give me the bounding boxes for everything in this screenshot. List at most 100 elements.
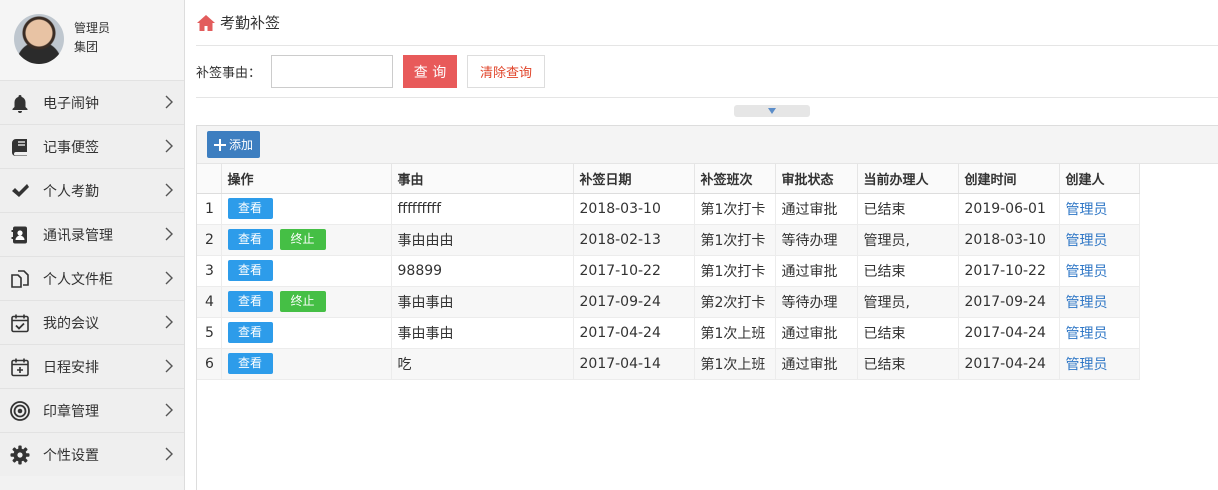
chevron-right-icon <box>165 227 173 241</box>
table-row: 2 查看 终止 事由由由 2018-02-13 第1次打卡 等待办理 管理员, 2018-03-… <box>197 224 1140 256</box>
notebook-icon <box>9 136 31 158</box>
view-button[interactable]: 查看 <box>227 229 273 250</box>
creator-link[interactable]: 管理员 <box>1066 202 1108 218</box>
reason-filter-input[interactable] <box>271 55 394 88</box>
sidebar-item-seals[interactable]: 印章管理 <box>0 388 184 432</box>
creator-cell: 管理员 <box>1059 193 1140 225</box>
user-name: 管理员 <box>74 21 111 35</box>
sidebar-item-schedule[interactable]: 日程安排 <box>0 344 184 388</box>
handler-cell: 管理员, <box>857 224 959 256</box>
chevron-right-icon <box>165 359 173 373</box>
created-cell: 2019-06-01 <box>958 193 1060 225</box>
table-row: 4 查看 终止 事由事由 2017-09-24 第2次打卡 等待办理 管理员, 2017-09-… <box>197 286 1140 318</box>
creator-cell: 管理员 <box>1059 317 1140 349</box>
date-cell: 2017-04-24 <box>573 317 695 349</box>
creator-cell: 管理员 <box>1059 255 1140 287</box>
handler-cell: 已结束 <box>857 255 959 287</box>
add-button-label: 添加 <box>228 138 253 152</box>
reason-cell: fffffffff <box>391 193 574 225</box>
main-content: 考勤补签 补签事由： 查 询 清除查询 添加 操作 事由 补签日期 补签班次 审… <box>196 0 1218 490</box>
chevron-right-icon <box>165 183 173 197</box>
add-button[interactable]: 添加 <box>207 131 260 158</box>
sidebar-item-alarm[interactable]: 电子闹钟 <box>0 80 184 124</box>
sidebar-item-label: 个性设置 <box>43 447 99 464</box>
creator-link[interactable]: 管理员 <box>1066 357 1108 373</box>
chevron-right-icon <box>165 95 173 109</box>
created-cell: 2017-04-24 <box>958 317 1060 349</box>
sidebar-item-label: 我的会议 <box>43 315 99 332</box>
view-button[interactable]: 查看 <box>227 353 273 374</box>
terminate-button[interactable]: 终止 <box>279 291 326 312</box>
chevron-right-icon <box>165 447 173 461</box>
terminate-button[interactable]: 终止 <box>279 229 326 250</box>
sidebar: 管理员 集团 电子闹钟 记事便签 个人考勤 通讯录管理 个人文件柜 我的会议 日… <box>0 0 185 490</box>
user-panel: 管理员 集团 <box>0 0 184 80</box>
filter-bar: 补签事由： 查 询 清除查询 <box>196 46 1218 98</box>
column-header[interactable]: 审批状态 <box>775 164 858 194</box>
shift-cell: 第2次打卡 <box>694 286 776 318</box>
sidebar-item-meetings[interactable]: 我的会议 <box>0 300 184 344</box>
shift-cell: 第1次打卡 <box>694 193 776 225</box>
handler-cell: 管理员, <box>857 286 959 318</box>
table-row: 6 查看 吃 2017-04-14 第1次上班 通过审批 已结束 2017-04-24 管理员 <box>197 348 1140 380</box>
table-row: 5 查看 事由事由 2017-04-24 第1次上班 通过审批 已结束 2017-04-24 管… <box>197 317 1140 349</box>
sidebar-item-settings[interactable]: 个性设置 <box>0 432 184 476</box>
column-header[interactable]: 当前办理人 <box>857 164 959 194</box>
home-icon <box>197 14 215 31</box>
date-cell: 2017-10-22 <box>573 255 695 287</box>
status-cell: 通过审批 <box>775 193 858 225</box>
sidebar-item-contacts[interactable]: 通讯录管理 <box>0 212 184 256</box>
reason-cell: 事由事由 <box>391 317 574 349</box>
status-cell: 等待办理 <box>775 224 858 256</box>
sidebar-item-label: 日程安排 <box>43 359 99 376</box>
collapse-toggle[interactable] <box>734 105 810 117</box>
bell-icon <box>9 92 31 114</box>
row-actions: 查看 <box>221 255 392 287</box>
reason-filter-label: 补签事由： <box>196 66 262 81</box>
avatar[interactable] <box>14 14 64 64</box>
calendar-check-icon <box>9 312 31 334</box>
column-header[interactable]: 补签班次 <box>694 164 776 194</box>
creator-link[interactable]: 管理员 <box>1066 295 1108 311</box>
column-header[interactable]: 创建时间 <box>958 164 1060 194</box>
calendar-add-icon <box>9 356 31 378</box>
handler-cell: 已结束 <box>857 193 959 225</box>
clear-query-button[interactable]: 清除查询 <box>467 55 546 88</box>
query-button[interactable]: 查 询 <box>403 55 458 88</box>
chevron-right-icon <box>165 139 173 153</box>
shift-cell: 第1次上班 <box>694 348 776 380</box>
row-actions: 查看 终止 <box>221 224 392 256</box>
column-header[interactable]: 操作 <box>221 164 392 194</box>
user-org: 集团 <box>74 40 99 54</box>
shift-cell: 第1次打卡 <box>694 255 776 287</box>
sidebar-item-notes[interactable]: 记事便签 <box>0 124 184 168</box>
contact-book-icon <box>9 224 31 246</box>
sidebar-item-label: 印章管理 <box>43 403 99 420</box>
row-number: 2 <box>197 224 222 256</box>
view-button[interactable]: 查看 <box>227 291 273 312</box>
view-button[interactable]: 查看 <box>227 322 273 343</box>
column-header[interactable]: 创建人 <box>1059 164 1140 194</box>
files-icon <box>9 268 31 290</box>
sidebar-item-label: 个人文件柜 <box>43 271 113 288</box>
creator-link[interactable]: 管理员 <box>1066 326 1108 342</box>
creator-link[interactable]: 管理员 <box>1066 264 1108 280</box>
reason-cell: 事由由由 <box>391 224 574 256</box>
column-header[interactable]: 补签日期 <box>573 164 695 194</box>
view-button[interactable]: 查看 <box>227 260 273 281</box>
table-row: 3 查看 98899 2017-10-22 第1次打卡 通过审批 已结束 2017-10-22… <box>197 255 1140 287</box>
row-actions: 查看 <box>221 348 392 380</box>
page-title: 考勤补签 <box>220 14 281 32</box>
creator-link[interactable]: 管理员 <box>1066 233 1108 249</box>
column-header[interactable]: 事由 <box>391 164 574 194</box>
sidebar-item-files[interactable]: 个人文件柜 <box>0 256 184 300</box>
status-cell: 通过审批 <box>775 255 858 287</box>
triangle-down-icon <box>768 108 776 114</box>
created-cell: 2017-04-24 <box>958 348 1060 380</box>
sidebar-item-attendance[interactable]: 个人考勤 <box>0 168 184 212</box>
view-button[interactable]: 查看 <box>227 198 273 219</box>
shift-cell: 第1次打卡 <box>694 224 776 256</box>
created-cell: 2017-09-24 <box>958 286 1060 318</box>
table-header-row: 操作 事由 补签日期 补签班次 审批状态 当前办理人 创建时间 创建人 <box>197 164 1140 194</box>
sidebar-item-label: 电子闹钟 <box>43 95 99 112</box>
